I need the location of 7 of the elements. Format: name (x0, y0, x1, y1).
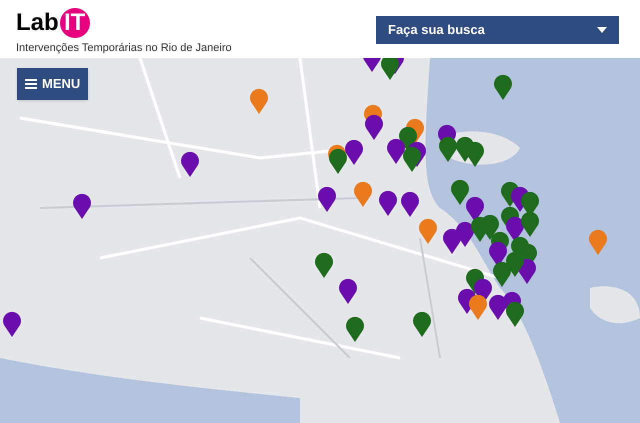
menu-icon (25, 79, 37, 89)
tagline: Intervenções Temporárias no Rio de Janeiro (16, 41, 232, 56)
search-dropdown[interactable]: Faça sua busca (376, 16, 619, 44)
caret-icon (597, 27, 607, 33)
logo-badge: IT (60, 8, 90, 38)
logo-text: Lab (16, 11, 59, 35)
menu-button[interactable]: MENU (17, 68, 88, 100)
